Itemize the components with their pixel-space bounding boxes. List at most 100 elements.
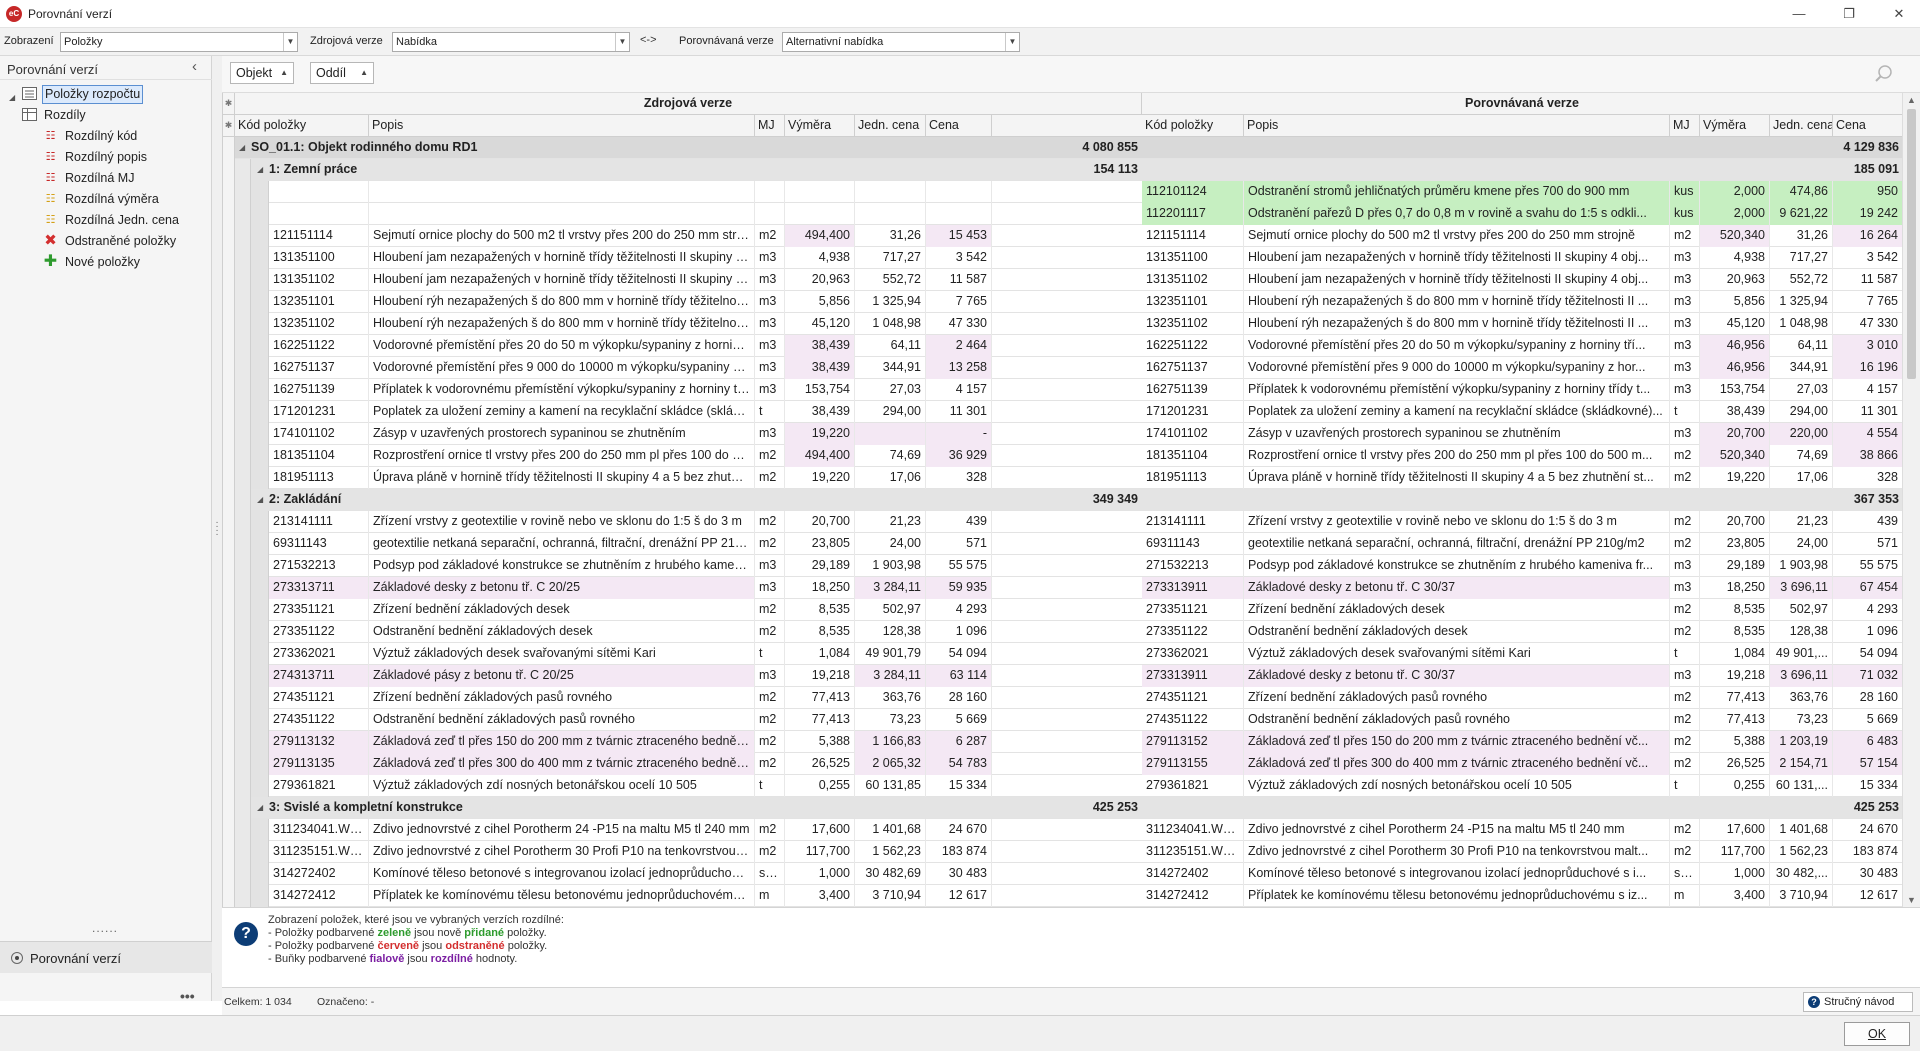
- source-unit-cell[interactable]: so...: [755, 863, 785, 885]
- row-selector[interactable]: [223, 335, 235, 357]
- compare-unit-price-cell[interactable]: 3 710,94: [1770, 885, 1833, 907]
- source-price-cell[interactable]: 30 483: [926, 863, 992, 885]
- source-quantity-cell[interactable]: 19,218: [785, 665, 855, 687]
- collapse-sidebar-button[interactable]: ‹: [192, 58, 197, 75]
- source-quantity-cell[interactable]: 38,439: [785, 357, 855, 379]
- group-row-section[interactable]: ◢ 3: Svislé a kompletní konstrukce 425 253…: [223, 797, 1902, 819]
- compare-code-cell[interactable]: 279361821: [1142, 775, 1244, 797]
- compare-unit-price-cell[interactable]: 49 901,...: [1770, 643, 1833, 665]
- compare-code-cell[interactable]: 314272402: [1142, 863, 1244, 885]
- source-code-cell[interactable]: 314272402: [269, 863, 369, 885]
- compare-unit-cell[interactable]: m3: [1670, 665, 1700, 687]
- compare-price-cell[interactable]: 950: [1833, 181, 1902, 203]
- col-header-compare-price[interactable]: Cena: [1833, 115, 1902, 136]
- source-description-cell[interactable]: Odstranění bednění základových desek: [369, 621, 755, 643]
- compare-code-cell[interactable]: 271532213: [1142, 555, 1244, 577]
- source-version-select[interactable]: Nabídka ▼: [392, 32, 630, 52]
- table-row[interactable]: 273362021 Výztuž základových desek svařov…: [223, 643, 1902, 665]
- table-row[interactable]: 162751137 Vodorovné přemístění přes 9 000…: [223, 357, 1902, 379]
- tree-item-different-unit-price[interactable]: ☷ Rozdílná Jedn. cena: [43, 210, 212, 230]
- tree-collapse-toggle[interactable]: ◢: [9, 93, 15, 102]
- compare-quantity-cell[interactable]: 8,535: [1700, 621, 1770, 643]
- source-unit-cell[interactable]: m3: [755, 357, 785, 379]
- compare-unit-cell[interactable]: m3: [1670, 313, 1700, 335]
- collapse-toggle-icon[interactable]: ◢: [257, 489, 263, 511]
- source-code-cell[interactable]: 162751139: [269, 379, 369, 401]
- compare-description-cell[interactable]: Odstranění pařezů D přes 0,7 do 0,8 m v …: [1244, 203, 1670, 225]
- collapse-toggle-icon[interactable]: ◢: [239, 137, 245, 159]
- tree-item-different-code[interactable]: ☷ Rozdílný kód: [43, 126, 212, 146]
- source-unit-price-cell[interactable]: 27,03: [855, 379, 926, 401]
- group-by-object-button[interactable]: Objekt ▲: [230, 62, 294, 84]
- compare-unit-price-cell[interactable]: 3 696,11: [1770, 665, 1833, 687]
- compare-price-cell[interactable]: 71 032: [1833, 665, 1902, 687]
- row-selector[interactable]: [223, 511, 235, 533]
- table-row[interactable]: 273351122 Odstranění bednění základových …: [223, 621, 1902, 643]
- compare-price-cell[interactable]: 54 094: [1833, 643, 1902, 665]
- table-row[interactable]: 314272402 Komínové těleso betonové s inte…: [223, 863, 1902, 885]
- compare-description-cell[interactable]: Výztuž základových zdí nosných betonářsk…: [1244, 775, 1670, 797]
- source-quantity-cell[interactable]: 0,255: [785, 775, 855, 797]
- table-row[interactable]: 132351101 Hloubení rýh nezapažených š do …: [223, 291, 1902, 313]
- compare-quantity-cell[interactable]: 23,805: [1700, 533, 1770, 555]
- compare-unit-cell[interactable]: m2: [1670, 621, 1700, 643]
- compare-unit-price-cell[interactable]: 64,11: [1770, 335, 1833, 357]
- compare-description-cell[interactable]: Zdivo jednovrstvé z cihel Porotherm 24 -…: [1244, 819, 1670, 841]
- compare-unit-cell[interactable]: t: [1670, 775, 1700, 797]
- compare-unit-price-cell[interactable]: 2 154,71: [1770, 753, 1833, 775]
- compare-price-cell[interactable]: 1 096: [1833, 621, 1902, 643]
- source-quantity-cell[interactable]: 153,754: [785, 379, 855, 401]
- row-selector[interactable]: [223, 621, 235, 643]
- compare-description-cell[interactable]: Úprava pláně v hornině třídy těžitelnost…: [1244, 467, 1670, 489]
- source-unit-cell[interactable]: [755, 181, 785, 203]
- col-header-compare-code[interactable]: Kód položky: [1142, 115, 1244, 136]
- source-description-cell[interactable]: Příplatek k vodorovnému přemístění výkop…: [369, 379, 755, 401]
- compare-quantity-cell[interactable]: 20,963: [1700, 269, 1770, 291]
- row-selector-header[interactable]: ✱: [223, 115, 235, 136]
- compare-quantity-cell[interactable]: 38,439: [1700, 401, 1770, 423]
- compare-quantity-cell[interactable]: 520,340: [1700, 445, 1770, 467]
- source-unit-cell[interactable]: m3: [755, 379, 785, 401]
- source-quantity-cell[interactable]: 19,220: [785, 423, 855, 445]
- compare-price-cell[interactable]: 328: [1833, 467, 1902, 489]
- tree-item-different-description[interactable]: ☷ Rozdílný popis: [43, 147, 212, 167]
- table-row[interactable]: 112201117 Odstranění pařezů D přes 0,7 do…: [223, 203, 1902, 225]
- compare-quantity-cell[interactable]: 0,255: [1700, 775, 1770, 797]
- row-selector[interactable]: [223, 181, 235, 203]
- table-row[interactable]: 181951113 Úprava pláně v hornině třídy tě…: [223, 467, 1902, 489]
- compare-description-cell[interactable]: Zásyp v uzavřených prostorech sypaninou …: [1244, 423, 1670, 445]
- source-description-cell[interactable]: Hloubení jam nezapažených v hornině tříd…: [369, 247, 755, 269]
- compare-code-cell[interactable]: 273351122: [1142, 621, 1244, 643]
- compare-description-cell[interactable]: Výztuž základových desek svařovanými sít…: [1244, 643, 1670, 665]
- source-price-cell[interactable]: 7 765: [926, 291, 992, 313]
- compare-unit-price-cell[interactable]: 1 325,94: [1770, 291, 1833, 313]
- source-price-cell[interactable]: 571: [926, 533, 992, 555]
- source-price-cell[interactable]: -: [926, 423, 992, 445]
- group-row-section[interactable]: ◢ 1: Zemní práce 154 113 185 091: [223, 159, 1902, 181]
- compare-unit-price-cell[interactable]: 552,72: [1770, 269, 1833, 291]
- source-unit-cell[interactable]: m2: [755, 731, 785, 753]
- source-code-cell[interactable]: 132351102: [269, 313, 369, 335]
- row-selector[interactable]: [223, 687, 235, 709]
- source-unit-price-cell[interactable]: 64,11: [855, 335, 926, 357]
- source-description-cell[interactable]: Vodorovné přemístění přes 20 do 50 m výk…: [369, 335, 755, 357]
- source-description-cell[interactable]: Rozprostření ornice tl vrstvy přes 200 d…: [369, 445, 755, 467]
- compare-unit-cell[interactable]: kus: [1670, 181, 1700, 203]
- compare-description-cell[interactable]: Hloubení jam nezapažených v hornině tříd…: [1244, 247, 1670, 269]
- source-unit-cell[interactable]: m2: [755, 709, 785, 731]
- row-selector[interactable]: [223, 203, 235, 225]
- source-quantity-cell[interactable]: 5,388: [785, 731, 855, 753]
- ok-button[interactable]: OK: [1844, 1022, 1910, 1046]
- compare-unit-price-cell[interactable]: 73,23: [1770, 709, 1833, 731]
- row-selector[interactable]: [223, 379, 235, 401]
- compare-quantity-cell[interactable]: 5,856: [1700, 291, 1770, 313]
- row-selector[interactable]: [223, 269, 235, 291]
- source-price-cell[interactable]: 328: [926, 467, 992, 489]
- table-row[interactable]: 273313711 Základové desky z betonu tř. C …: [223, 577, 1902, 599]
- row-selector[interactable]: [223, 863, 235, 885]
- compare-code-cell[interactable]: 314272412: [1142, 885, 1244, 907]
- compare-description-cell[interactable]: Zřízení vrstvy z geotextilie v rovině ne…: [1244, 511, 1670, 533]
- source-unit-cell[interactable]: m2: [755, 819, 785, 841]
- compare-unit-cell[interactable]: m3: [1670, 247, 1700, 269]
- tree-item-removed-items[interactable]: ✖ Odstraněné položky: [43, 231, 212, 251]
